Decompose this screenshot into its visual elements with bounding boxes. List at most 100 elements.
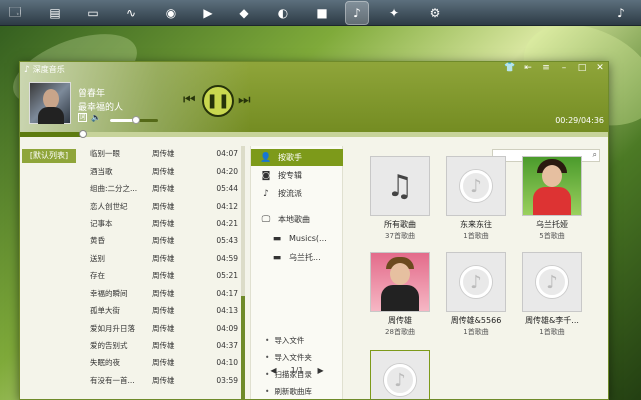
scan-home-link[interactable]: 扫描家目录 bbox=[265, 369, 312, 380]
playback-progress-bar[interactable] bbox=[20, 130, 608, 138]
song-row[interactable]: 恋人创世纪 周传雄 04:12 bbox=[90, 197, 238, 214]
song-title: 记事本 bbox=[90, 218, 113, 228]
song-row[interactable]: 爱的告别式 周传雄 04:37 bbox=[90, 337, 238, 354]
default-disc-icon: ♪ bbox=[536, 266, 568, 298]
song-row[interactable]: 幸福的瞬间 周传雄 04:17 bbox=[90, 285, 238, 302]
song-artist: 周传雄 bbox=[152, 236, 175, 246]
song-duration: 05:44 bbox=[216, 184, 238, 194]
song-row[interactable]: 孤单大街 周传雄 04:13 bbox=[90, 302, 238, 319]
song-row[interactable]: 组曲:二分之... 周传雄 05:44 bbox=[90, 180, 238, 197]
file-manager-icon[interactable]: 🗔 bbox=[4, 2, 26, 24]
volume-icon[interactable]: 🔈 bbox=[91, 113, 101, 122]
artist-name: 周传雄 bbox=[388, 316, 412, 325]
song-row[interactable]: 记事本 周传雄 04:21 bbox=[90, 215, 238, 232]
song-title: 孤单大街 bbox=[90, 306, 120, 316]
music-tray-icon[interactable]: ♪ bbox=[610, 2, 632, 24]
video-player-icon[interactable]: ▶ bbox=[197, 2, 219, 24]
song-artist: 周传雄 bbox=[152, 253, 175, 263]
song-duration: 04:21 bbox=[216, 218, 238, 228]
artist-tile[interactable]: ♪ 周传雄&5566 1首歌曲 bbox=[444, 252, 508, 337]
app-title: ♪ 深度音乐 bbox=[24, 64, 65, 75]
next-button[interactable]: ⏭ bbox=[238, 92, 251, 108]
artist-photo bbox=[371, 253, 429, 311]
album-cover[interactable] bbox=[29, 82, 71, 124]
artist-tile[interactable]: 乌兰托娅 5首歌曲 bbox=[520, 156, 584, 241]
pause-button[interactable]: ❚❚ bbox=[202, 85, 234, 117]
song-row[interactable]: 临别一眼 周传雄 04:07 bbox=[90, 145, 238, 162]
settings-icon[interactable]: ⚙ bbox=[424, 2, 446, 24]
artist-name: 乌兰托娅 bbox=[536, 220, 568, 229]
refresh-library-link[interactable]: 刷新歌曲库 bbox=[265, 386, 312, 397]
import-file-link[interactable]: 导入文件 bbox=[265, 335, 304, 346]
artist-photo bbox=[523, 157, 581, 215]
lyrics-toggle-icon[interactable]: 词 bbox=[78, 113, 87, 122]
song-row[interactable]: 存在 周传雄 05:21 bbox=[90, 267, 238, 284]
app-store-icon[interactable]: ✦ bbox=[383, 2, 405, 24]
song-title: 送别 bbox=[90, 253, 105, 263]
disc-icon: ◙ bbox=[261, 170, 271, 181]
music-player-icon[interactable]: ♪ bbox=[345, 1, 369, 25]
android-icon[interactable]: ◆ bbox=[233, 2, 255, 24]
artist-tile[interactable]: ♪ 周传雄&李千... 1首歌曲 bbox=[520, 252, 584, 337]
page-next-icon[interactable]: ▶ bbox=[317, 366, 323, 375]
search-icon[interactable]: ⌕ bbox=[593, 150, 597, 160]
close-icon[interactable]: ✕ bbox=[594, 63, 606, 73]
song-duration: 05:43 bbox=[216, 236, 238, 246]
app-title-text: 深度音乐 bbox=[32, 65, 65, 74]
taskbar: 🗔 ▤ ▭ ∿ ◉ ▶ ◆ ◐ ■ ♪ ✦ ⚙ ♪ bbox=[0, 0, 641, 26]
scrollbar-thumb[interactable] bbox=[241, 296, 245, 399]
mini-mode-icon[interactable]: ⇤ bbox=[522, 63, 534, 73]
artist-name: 东来东往 bbox=[460, 220, 492, 229]
song-duration: 04:37 bbox=[216, 341, 238, 351]
user-icon: 👤 bbox=[260, 152, 272, 163]
menu-icon[interactable]: ≡ bbox=[540, 63, 552, 73]
nav-by-genre[interactable]: ♪ 按流派 bbox=[251, 185, 343, 202]
now-playing-title: 曾春年 bbox=[78, 89, 106, 99]
song-artist: 周传雄 bbox=[152, 218, 175, 228]
folder-icon: ▬ bbox=[272, 233, 282, 244]
song-title: 幸福的瞬间 bbox=[90, 288, 128, 298]
song-duration: 04:13 bbox=[216, 306, 238, 316]
song-duration: 04:12 bbox=[216, 201, 238, 211]
song-row[interactable]: 有没有一首... 周传雄 03:59 bbox=[90, 372, 238, 389]
nav-local-songs[interactable]: 🖵 本地歌曲 bbox=[251, 211, 343, 228]
artist-tile[interactable]: 周传雄 28首歌曲 bbox=[368, 252, 432, 337]
nav-folder-musics[interactable]: ▬ Musics(... bbox=[251, 230, 343, 247]
drive-icon[interactable]: ▭ bbox=[82, 2, 104, 24]
song-row[interactable]: 黄昏 周传雄 05:43 bbox=[90, 232, 238, 249]
document-icon[interactable]: ▤ bbox=[44, 2, 66, 24]
import-folder-link[interactable]: 导入文件夹 bbox=[265, 352, 312, 363]
nav-folder-wulan[interactable]: ▬ 乌兰托... bbox=[251, 249, 343, 266]
song-artist: 周传雄 bbox=[152, 306, 175, 316]
maximize-icon[interactable]: □ bbox=[576, 63, 588, 73]
song-duration: 05:21 bbox=[216, 271, 238, 281]
nav-by-album[interactable]: ◙ 按专辑 bbox=[251, 167, 343, 184]
song-title: 爱的告别式 bbox=[90, 341, 128, 351]
song-artist: 周传雄 bbox=[152, 375, 175, 385]
song-title: 有没有一首... bbox=[90, 375, 135, 385]
song-list-scrollbar[interactable] bbox=[241, 146, 245, 399]
artist-tile[interactable]: ♫ 所有歌曲 37首歌曲 bbox=[368, 156, 432, 241]
photo-app-icon[interactable]: ■ bbox=[311, 2, 333, 24]
previous-button[interactable]: ⏮ bbox=[183, 92, 196, 108]
default-playlist-tab[interactable]: [默认列表] bbox=[22, 149, 76, 163]
nav-by-artist[interactable]: 👤 按歌手 bbox=[251, 149, 343, 166]
media-center-icon[interactable]: ◉ bbox=[160, 2, 182, 24]
song-title: 酒当歌 bbox=[90, 166, 113, 176]
default-disc-icon: ♪ bbox=[460, 266, 492, 298]
song-row[interactable]: 送别 周传雄 04:59 bbox=[90, 250, 238, 267]
artist-cover bbox=[522, 156, 582, 216]
firefox-icon[interactable]: ◐ bbox=[272, 2, 294, 24]
skin-icon[interactable]: 👕 bbox=[504, 63, 516, 73]
system-monitor-icon[interactable]: ∿ bbox=[120, 2, 142, 24]
song-row[interactable]: 失眠的夜 周传雄 04:10 bbox=[90, 354, 238, 371]
song-row[interactable]: 酒当歌 周传雄 04:20 bbox=[90, 162, 238, 179]
progress-knob[interactable] bbox=[79, 130, 88, 138]
artist-cover: ♪ bbox=[370, 350, 430, 399]
song-row[interactable]: 爱如月升日落 周传雄 04:09 bbox=[90, 319, 238, 336]
artist-tile[interactable]: ♪ 东来东往 1首歌曲 bbox=[444, 156, 508, 241]
minimize-icon[interactable]: – bbox=[558, 63, 570, 73]
song-duration: 04:17 bbox=[216, 288, 238, 298]
artist-tile[interactable]: ♪ bbox=[368, 350, 432, 399]
volume-slider[interactable] bbox=[110, 116, 158, 124]
